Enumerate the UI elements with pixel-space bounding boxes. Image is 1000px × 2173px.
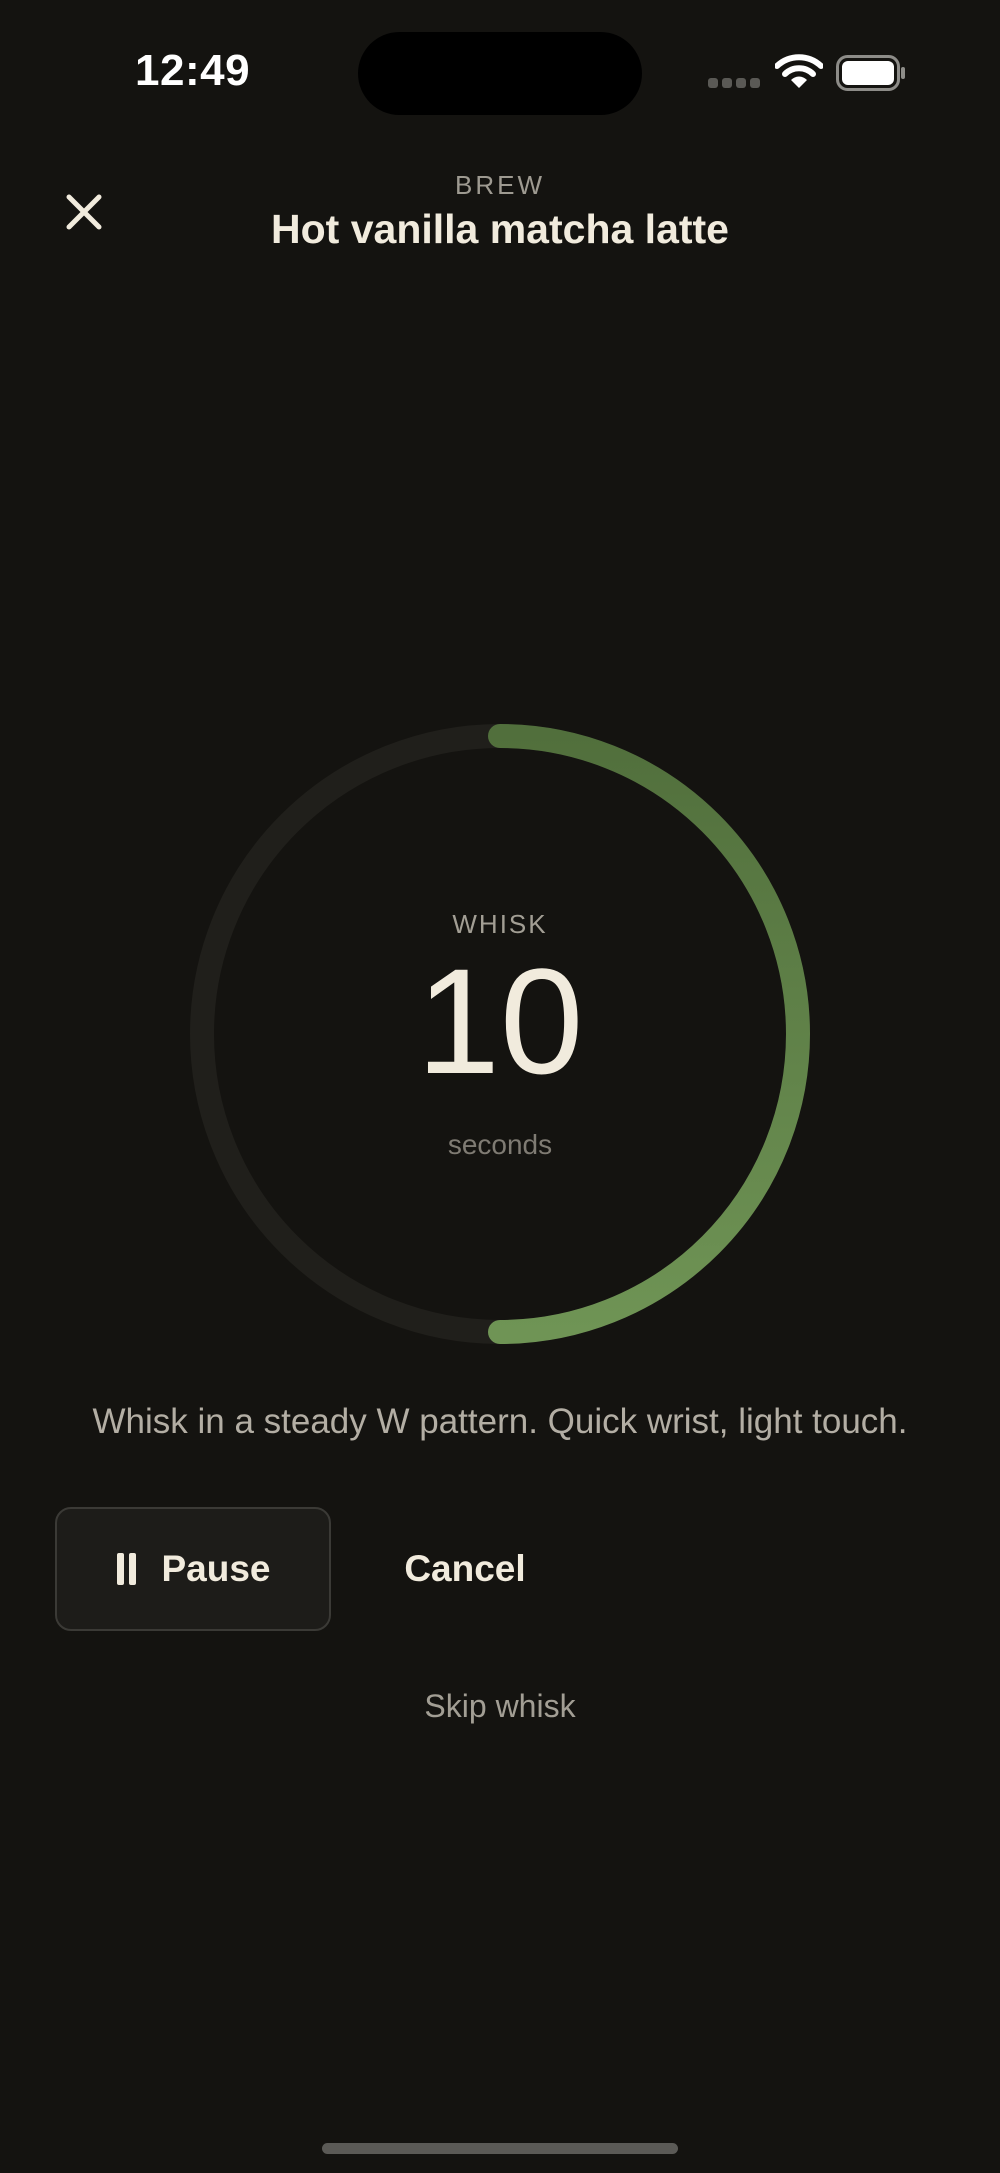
wifi-icon	[775, 54, 823, 88]
status-time: 12:49	[135, 46, 251, 95]
signal-icon	[708, 78, 760, 90]
instruction-text: Whisk in a steady W pattern. Quick wrist…	[92, 1402, 908, 1441]
timer-unit: seconds	[447, 1129, 553, 1160]
home-indicator	[322, 2143, 678, 2154]
header-eyebrow: BREW	[455, 170, 545, 200]
cancel-button[interactable]: Cancel	[372, 1507, 558, 1631]
timer-step-label: WHISK	[452, 909, 548, 939]
page-title: Hot vanilla matcha latte	[271, 206, 729, 252]
dynamic-island	[358, 32, 642, 115]
battery-icon	[836, 55, 905, 91]
pause-button[interactable]: Pause	[55, 1507, 331, 1631]
skip-whisk-button[interactable]: Skip whisk	[380, 1688, 620, 1725]
pause-label: Pause	[161, 1548, 271, 1589]
pause-icon	[115, 1553, 137, 1585]
timer-value: 10	[416, 937, 584, 1105]
timer: WHISK 10 seconds	[190, 724, 810, 1344]
status-bar: 12:49	[0, 0, 1000, 150]
